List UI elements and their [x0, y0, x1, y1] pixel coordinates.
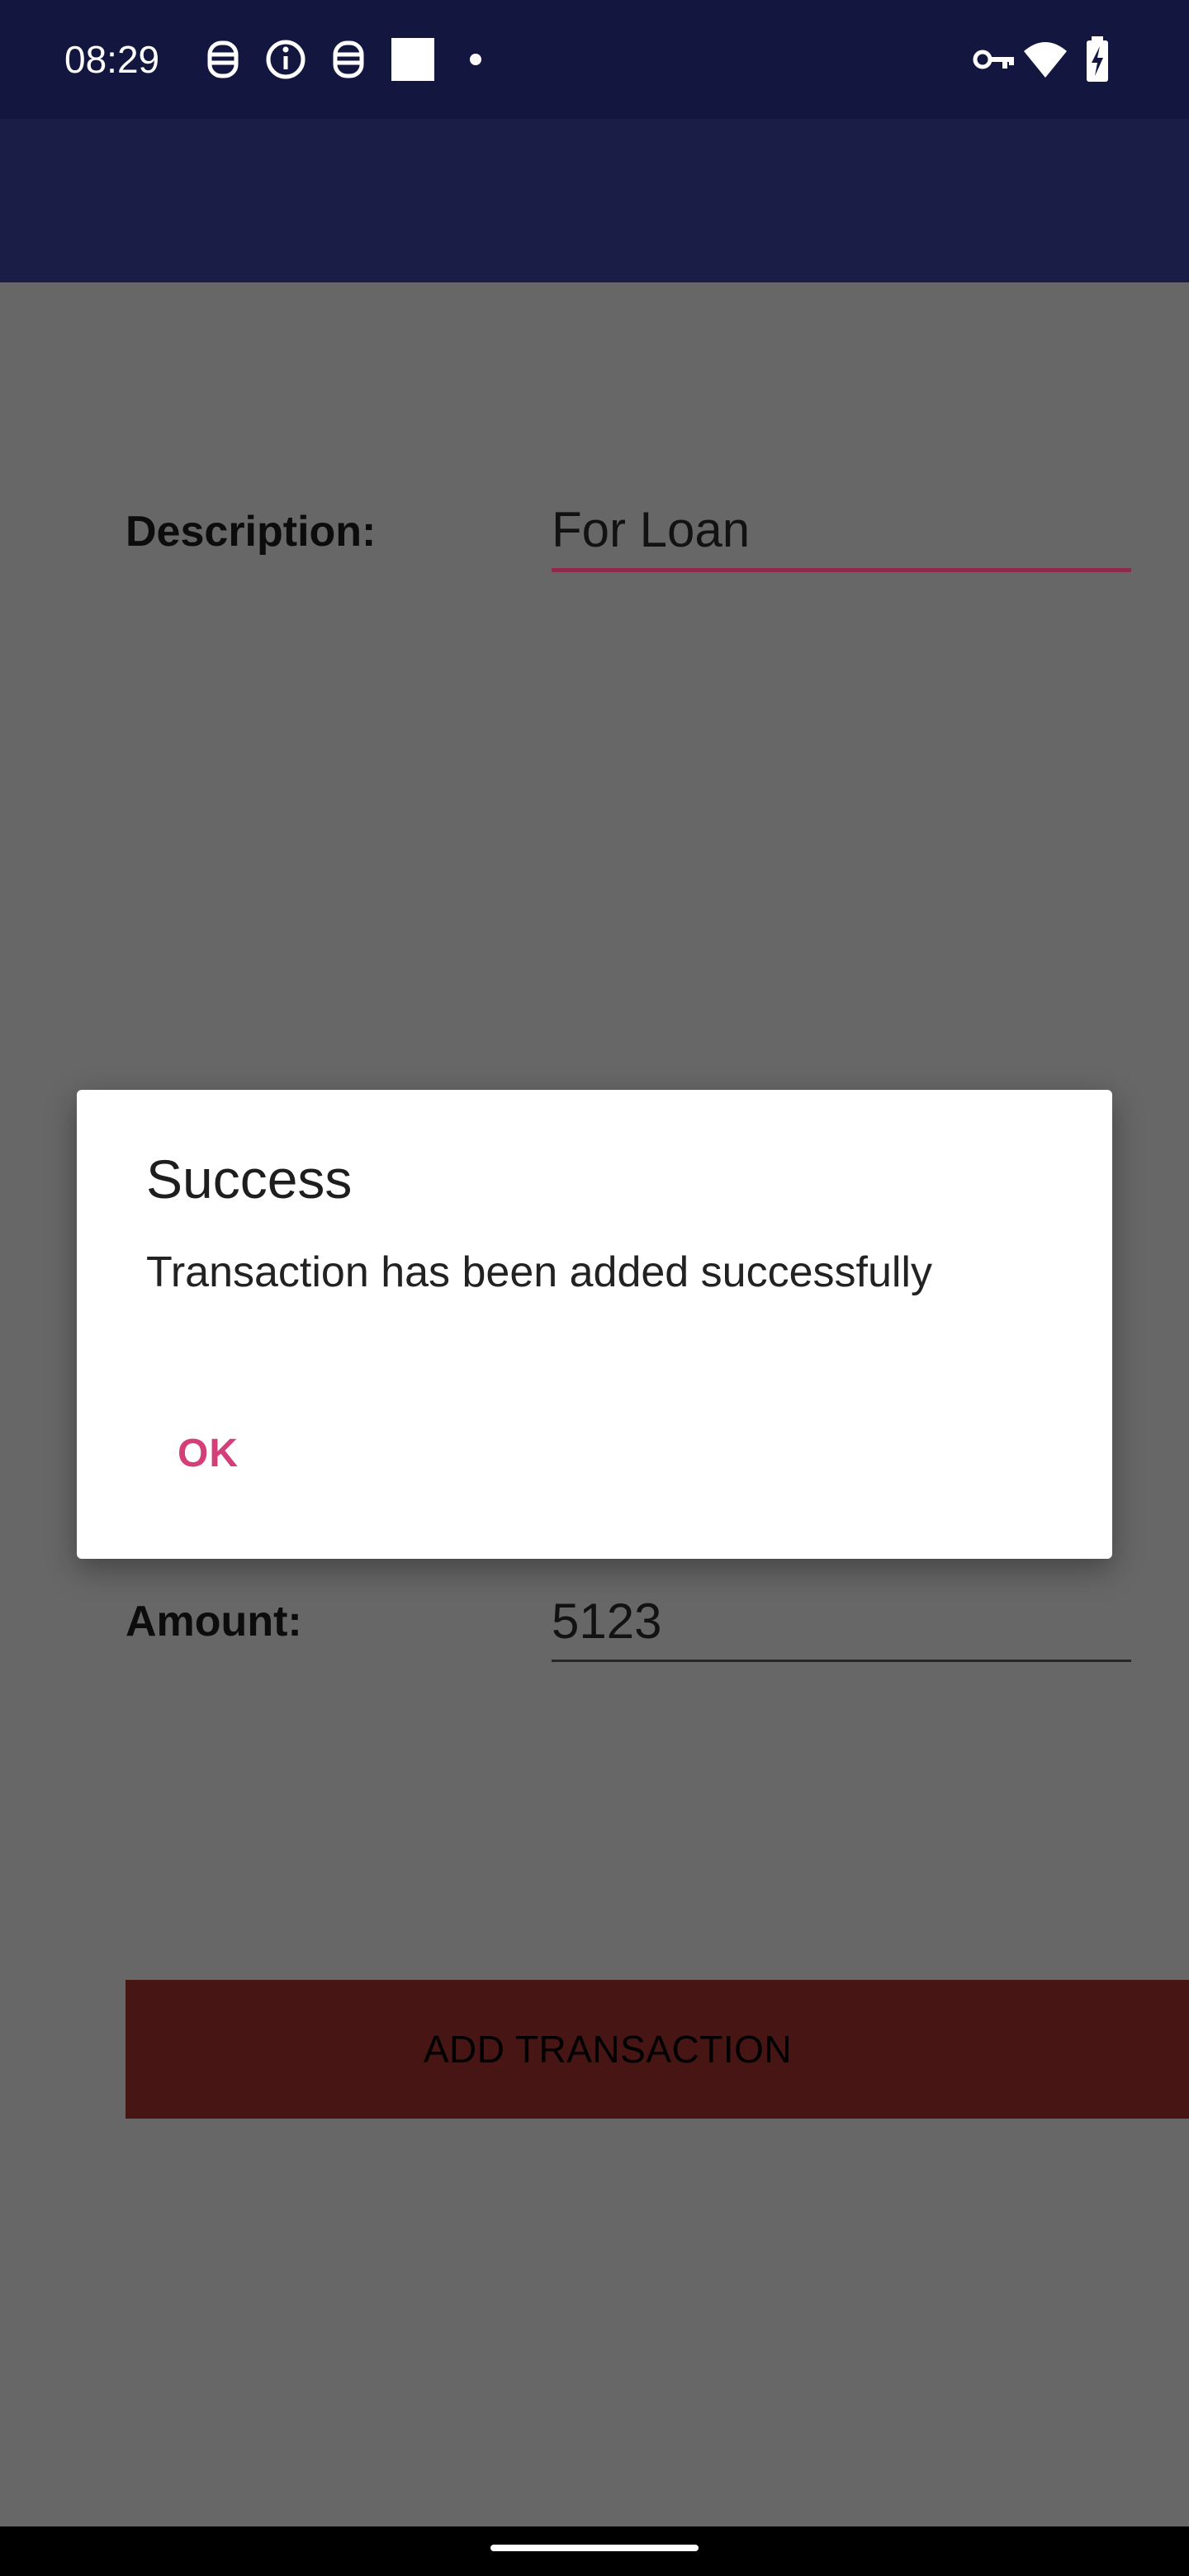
amount-underline: [552, 1660, 1131, 1662]
info-icon: [266, 40, 306, 79]
ok-button[interactable]: OK: [159, 1425, 257, 1483]
wifi-icon: [1024, 42, 1067, 78]
description-input[interactable]: For Loan: [552, 497, 1131, 563]
status-time: 08:29: [64, 38, 160, 81]
dot-icon: [470, 54, 481, 65]
vpn-key-icon: [973, 50, 1014, 69]
add-transaction-button[interactable]: ADD TRANSACTION: [126, 1980, 1189, 2119]
battery-charging-icon: [1087, 36, 1108, 82]
dialog-title: Success: [146, 1148, 353, 1210]
square-notification-icon: [391, 38, 434, 81]
dialog-message: Transaction has been added successfully: [146, 1248, 932, 1296]
description-label: Description:: [126, 508, 377, 556]
status-bar: 08:29: [0, 0, 1189, 119]
add-transaction-label: ADD TRANSACTION: [423, 2028, 793, 2071]
app-notification-icon: [207, 40, 239, 78]
app-bar: [0, 119, 1189, 282]
description-underline: [552, 568, 1131, 572]
success-dialog: Success Transaction has been added succe…: [77, 1090, 1112, 1559]
home-handle[interactable]: [490, 2545, 699, 2551]
app-notification-icon: [333, 40, 364, 78]
navigation-bar: [0, 2526, 1189, 2576]
amount-label: Amount:: [126, 1598, 302, 1646]
amount-input[interactable]: 5123: [552, 1589, 1131, 1655]
